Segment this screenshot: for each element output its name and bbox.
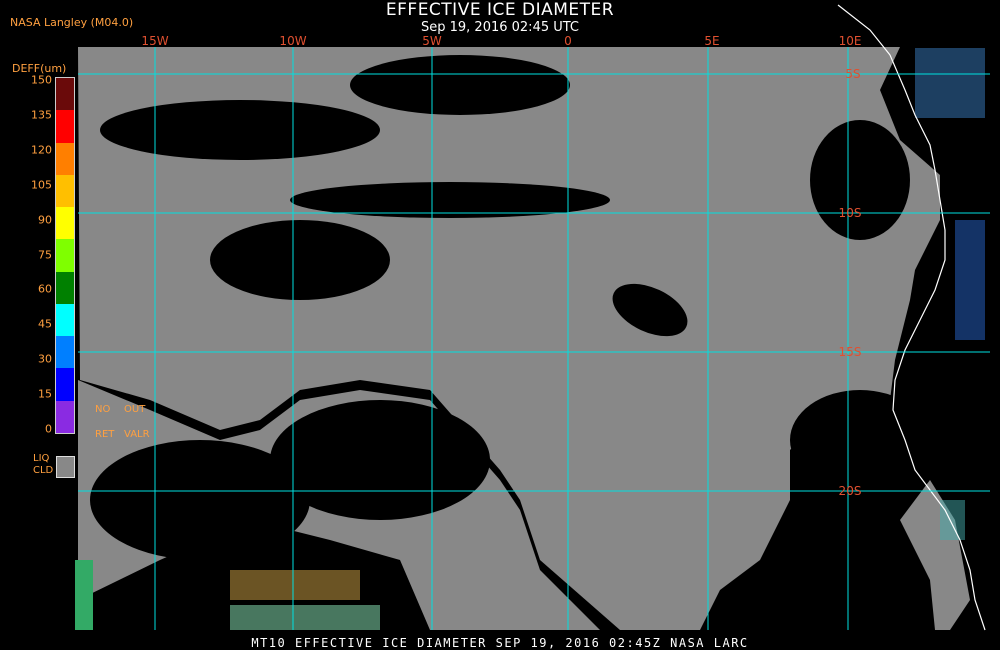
map-date: Sep 19, 2016 02:45 UTC [420,20,580,35]
colorbar-swatch [56,303,74,337]
lat-label-20s: 20S [838,484,862,498]
colorbar-swatch [56,174,74,208]
colorbar-tick-label: 45 [38,317,52,331]
lon-label-10w: 10W [279,34,307,48]
colorbar-tick-label: 90 [38,213,52,227]
colorbar-swatch [56,368,74,401]
colorbar-swatch [56,239,74,272]
colorbar-swatch [56,336,74,369]
colorbar-tick-label: 0 [45,422,52,436]
out-valr-label-2: VALR [124,429,150,440]
colorbar-tick-label: 30 [38,352,52,366]
lon-label-10e: 10E [838,34,862,48]
no-ret-label-1: NO [95,404,111,415]
colorbar-tick-label: 135 [31,108,52,122]
lat-label-15s: 15S [838,345,862,359]
footer-caption: MT10 EFFECTIVE ICE DIAMETER SEP 19, 2016… [251,636,749,650]
lat-label-10s: 10S [838,206,862,220]
colorbar-tick-label: 105 [31,178,52,192]
out-valr-label-1: OUT [124,404,146,415]
colorbar-tick-label: 120 [31,143,52,157]
colorbar-swatch [56,142,74,175]
liquid-cloud-swatch [56,456,75,478]
colorbar [55,77,75,434]
liq-cld-label-1: LIQ [33,453,50,464]
lon-label-5e: 5E [704,34,720,48]
liq-cld-label-2: CLD [33,465,54,476]
satellite-map [0,0,1000,650]
colorbar-swatch [56,207,74,240]
colorbar-tick-label: 150 [31,73,52,87]
colorbar-swatch [56,271,74,304]
colorbar-tick-label: 15 [38,387,52,401]
colorbar-tick-label: 60 [38,282,52,296]
source-label: NASA Langley (M04.0) [10,16,134,29]
colorbar-tick-label: 75 [38,248,52,261]
no-ret-label-2: RET [95,429,115,440]
lon-label-5w: 5W [422,34,442,48]
colorbar-swatch [56,400,74,433]
lat-label-5s: 5S [845,67,861,81]
colorbar-swatch [56,110,74,143]
lon-label-15w: 15W [141,34,169,48]
map-title: EFFECTIVE ICE DIAMETER [385,0,615,20]
colorbar-swatch [56,78,74,111]
lon-label-0: 0 [564,34,572,48]
